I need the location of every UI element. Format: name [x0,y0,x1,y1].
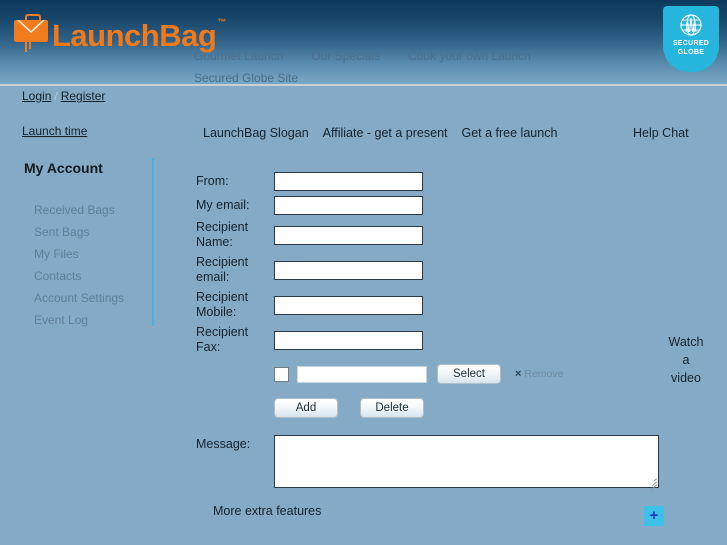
from-label: From: [196,174,229,188]
field-row-recipient-mobile: Recipient Mobile: [196,290,659,320]
nav-item-our-specials[interactable]: Our Specials [311,49,380,63]
badge-line-1: SECURED [672,40,710,47]
site-header: LaunchBag™ Gourmet Launch Our Specials C… [0,0,727,85]
action-button-row: Add Delete [274,398,659,418]
sidebar-title: My Account [24,160,103,176]
recipient-fax-label: Recipient Fax: [196,325,249,354]
sidebar-item-received-bags[interactable]: Received Bags [34,199,124,221]
resize-grip-icon[interactable] [647,476,657,492]
auth-links: Login / Register [22,89,105,103]
primary-nav: Gourmet Launch Our Specials Cook your ow… [194,49,531,63]
message-label: Message: [196,437,251,451]
free-launch-text[interactable]: Get a free launch [462,126,558,140]
promo-bar: LaunchBag Slogan Affiliate - get a presen… [203,126,557,140]
more-extra-features-label: More extra features [213,504,322,518]
register-link[interactable]: Register [61,89,106,103]
select-file-button[interactable]: Select [437,364,501,384]
compose-form: From: My email: Recipient Name: Recipien… [196,172,659,492]
field-row-from: From: [196,172,659,191]
my-email-label: My email: [196,198,250,212]
sidebar-item-contacts[interactable]: Contacts [34,265,124,287]
affiliate-text[interactable]: Affiliate - get a present [323,126,448,140]
briefcase-envelope-icon [14,14,48,54]
recipient-fax-input[interactable] [274,330,423,350]
globe-shield-icon [680,14,702,36]
watch-line-2: a [682,353,690,367]
watch-video-link[interactable]: Watch a video [660,333,712,387]
nav-item-cook-your-own-launch[interactable]: Cook your own Launch [408,49,531,63]
from-input[interactable] [274,172,423,191]
login-link[interactable]: Login [22,89,51,103]
attachment-file-input[interactable] [297,365,427,383]
site-logo[interactable]: LaunchBag™ [14,14,226,54]
launch-time-link[interactable]: Launch time [22,124,87,138]
sidebar-item-sent-bags[interactable]: Sent Bags [34,221,124,243]
remove-label: Remove [524,368,564,380]
remove-attachment-link[interactable]: × Remove [515,368,563,380]
add-button[interactable]: Add [274,398,338,418]
recipient-mobile-input[interactable] [274,295,423,315]
sidebar-divider [152,158,154,326]
expand-features-button[interactable]: + [644,506,664,526]
field-row-recipient-fax: Recipient Fax: [196,325,659,355]
message-textarea[interactable] [274,435,659,492]
logo-wordmark: LaunchBag™ [52,17,226,53]
recipient-email-label: Recipient email: [196,255,249,284]
attachment-checkbox[interactable] [274,366,289,382]
sidebar-item-account-settings[interactable]: Account Settings [34,287,124,309]
nav-item-secured-globe-site[interactable]: Secured Globe Site [194,71,298,85]
watch-line-1: Watch [668,335,704,349]
secured-globe-badge[interactable]: SECURED GLOBE [663,6,719,72]
recipient-mobile-label: Recipient Mobile: [196,290,249,319]
recipient-name-label: Recipient Name: [196,220,249,249]
sidebar-menu: Received Bags Sent Bags My Files Contact… [34,199,124,331]
field-row-recipient-email: Recipient email: [196,255,659,285]
badge-line-2: GLOBE [677,49,705,56]
delete-button[interactable]: Delete [360,398,424,418]
recipient-name-input[interactable] [274,225,423,245]
slogan-text: LaunchBag Slogan [203,126,309,140]
help-chat-link[interactable]: Help Chat [633,126,689,140]
nav-item-gourmet-launch[interactable]: Gourmet Launch [194,49,283,63]
header-divider [0,84,727,86]
close-icon: × [515,368,522,380]
watch-line-3: video [671,371,701,385]
field-row-my-email: My email: [196,196,659,215]
recipient-email-input[interactable] [274,260,423,280]
attachment-row: Select × Remove [274,364,659,384]
logo-text: LaunchBag [52,17,217,53]
sidebar-item-event-log[interactable]: Event Log [34,309,124,331]
my-email-input[interactable] [274,196,423,215]
trademark-symbol: ™ [217,17,226,28]
message-row: Message: [196,435,659,492]
field-row-recipient-name: Recipient Name: [196,220,659,250]
auth-separator: / [54,89,58,103]
sidebar-item-my-files[interactable]: My Files [34,243,124,265]
